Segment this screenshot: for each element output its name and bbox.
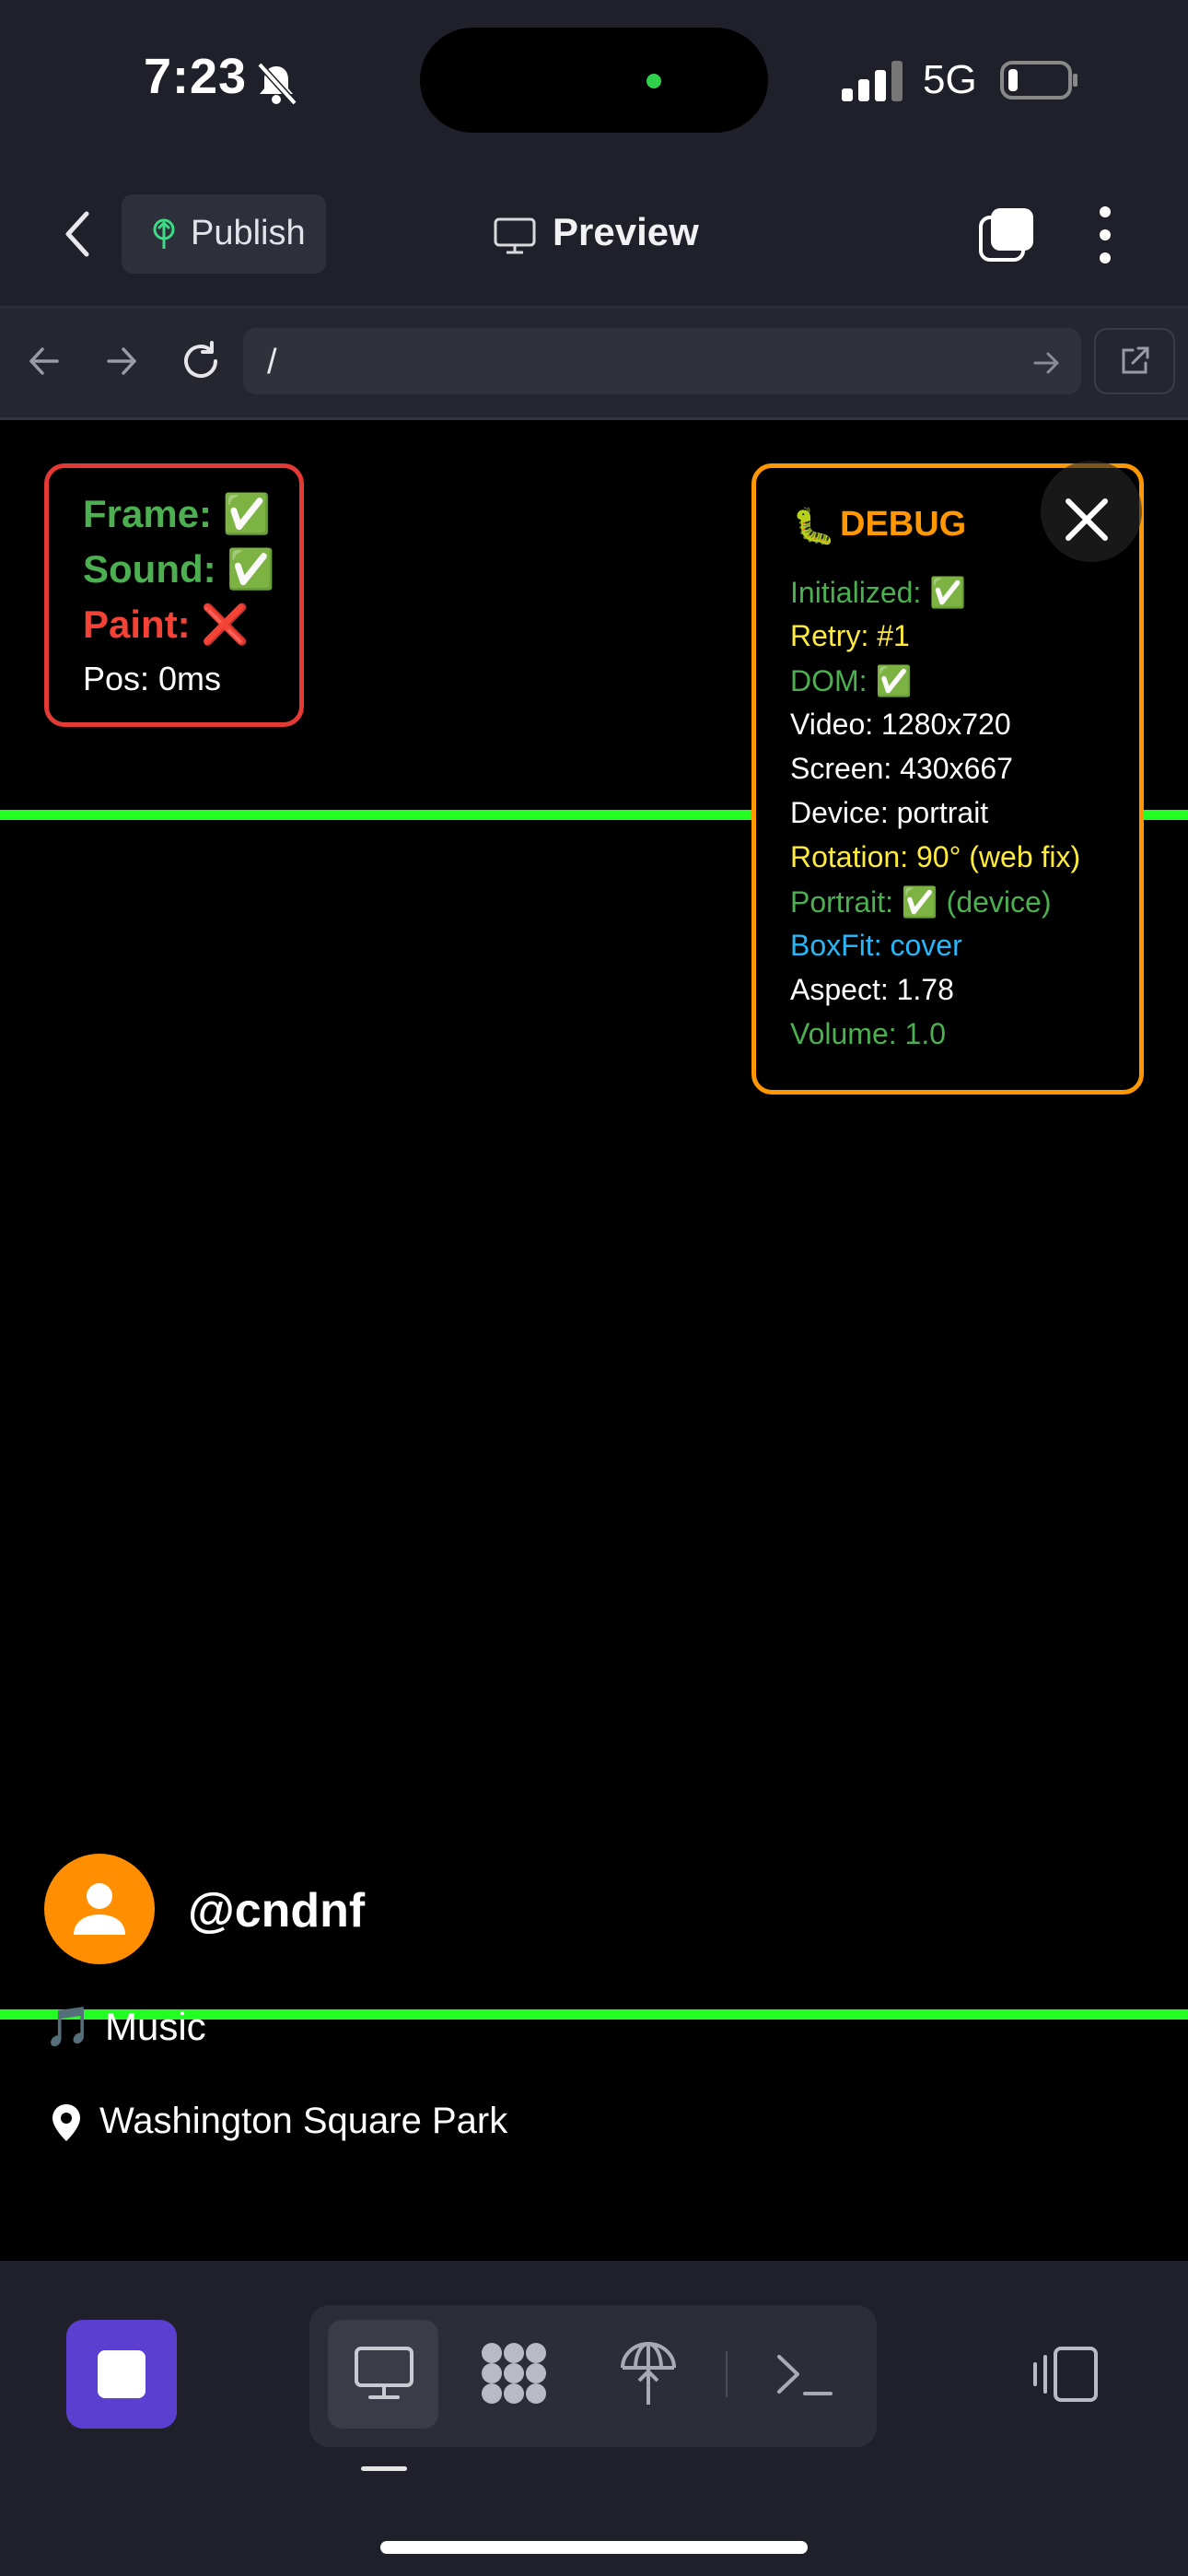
toolbar-divider (726, 2351, 728, 2397)
cellular-signal-icon (842, 61, 903, 101)
debug-retry: Retry: #1 (790, 619, 910, 652)
monitor-icon (494, 217, 536, 254)
home-indicator[interactable] (380, 2541, 808, 2554)
devices-icon[interactable] (1031, 2346, 1100, 2403)
debug-title: DEBUG (840, 505, 967, 544)
url-text[interactable]: / (267, 343, 277, 382)
publish-icon[interactable] (617, 2340, 680, 2406)
publish-tree-icon (153, 218, 175, 249)
vertical-ellipsis-icon[interactable] (1092, 205, 1118, 265)
username[interactable]: @cndnf (188, 1883, 365, 1938)
status-position: Pos: 0ms (83, 660, 222, 697)
arrow-right-icon[interactable] (101, 341, 142, 381)
debug-device: Device: portrait (790, 796, 989, 829)
close-icon[interactable] (1061, 494, 1112, 545)
status-paint: Paint: ❌ (83, 603, 250, 646)
debug-video: Video: 1280x720 (790, 708, 1011, 741)
chevron-left-icon[interactable] (52, 205, 103, 263)
stop-icon (98, 2350, 146, 2398)
debug-boxfit: BoxFit: cover (790, 929, 962, 962)
external-link-icon (1122, 346, 1149, 374)
go-arrow-icon[interactable] (1030, 346, 1063, 380)
music-label[interactable]: Music (105, 2005, 206, 2049)
debug-initialized: Initialized: ✅ (790, 576, 967, 609)
location-label[interactable]: Washington Square Park (99, 2101, 507, 2142)
status-sound: Sound: ✅ (83, 547, 275, 591)
debug-portrait: Portrait: ✅ (device) (790, 885, 1052, 919)
network-type: 5G (923, 57, 977, 102)
music-note-icon: 🎵 (44, 2005, 93, 2048)
debug-rotation: Rotation: 90° (web fix) (790, 840, 1081, 873)
debug-dom: DOM: ✅ (790, 664, 913, 697)
url-field[interactable] (243, 328, 1081, 394)
debug-volume: Volume: 1.0 (790, 1017, 946, 1050)
publish-label[interactable]: Publish (191, 214, 306, 253)
status-frame: Frame: ✅ (83, 492, 272, 535)
debug-aspect: Aspect: 1.78 (790, 973, 954, 1006)
page-title: Preview (553, 210, 699, 253)
active-tab-indicator (361, 2466, 407, 2471)
windows-stack-icon[interactable] (978, 206, 1035, 263)
desktop-icon[interactable] (354, 2346, 414, 2401)
bell-slash-icon (257, 62, 297, 106)
arrow-left-icon[interactable] (24, 341, 64, 381)
workflow-icon[interactable] (479, 2340, 549, 2406)
avatar[interactable] (44, 1854, 155, 1964)
bug-icon: 🐛 (792, 508, 836, 546)
location-pin-icon (52, 2104, 80, 2141)
status-time: 7:23 (144, 49, 248, 104)
debug-screen: Screen: 430x667 (790, 752, 1013, 785)
reload-icon[interactable] (179, 339, 223, 383)
camera-indicator-dot (646, 74, 661, 88)
battery-low-icon (1000, 61, 1077, 100)
terminal-icon[interactable] (775, 2349, 834, 2399)
person-icon (74, 1883, 125, 1935)
dynamic-island (420, 28, 768, 133)
